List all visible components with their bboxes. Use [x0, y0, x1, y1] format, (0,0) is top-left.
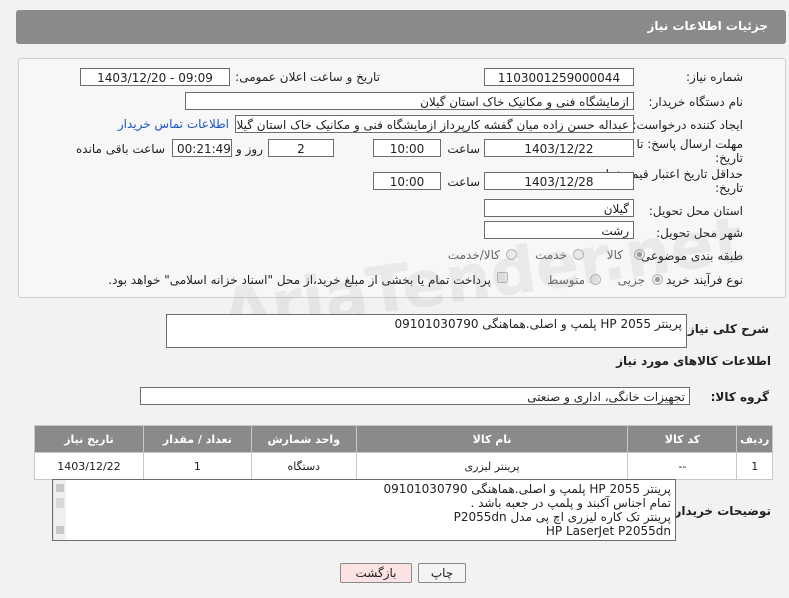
- category-option-goods-service: کالا/خدمت: [447, 248, 500, 262]
- reply-deadline-label-2: تاریخ:: [715, 151, 743, 165]
- category-label: طبقه بندی موضوعی:: [636, 249, 743, 263]
- reply-time-field[interactable]: 10:00: [373, 139, 441, 157]
- buyer-notes-line: تمام اجناس آکبند و پلمپ در جعبه باشد .: [470, 496, 671, 510]
- col-qty: تعداد / مقدار: [142, 425, 252, 453]
- cell-name: پرینتر لیزری: [355, 452, 629, 480]
- price-validity-time-field[interactable]: 10:00: [373, 172, 441, 190]
- category-option-goods: کالا: [606, 248, 623, 262]
- buyer-org-field[interactable]: ازمایشگاه فنی و مکانیک خاک استان گیلان: [185, 92, 634, 110]
- buyer-org-label: نام دستگاه خریدار:: [648, 95, 744, 109]
- price-validity-date-field[interactable]: 1403/12/28: [484, 172, 634, 190]
- process-option-medium: متوسط: [547, 273, 585, 287]
- items-section-title: اطلاعات کالاهای مورد نیاز: [616, 354, 771, 368]
- buyer-notes-line: پرینتر تک کاره لیزری اچ پی مدل P2055dn: [453, 510, 671, 524]
- buyer-notes-line: پرینتر HP 2055 پلمپ و اصلی.هماهنگی 09101…: [383, 482, 672, 496]
- page-header: جزئیات اطلاعات نیاز: [16, 10, 786, 44]
- category-radio-service[interactable]: [573, 249, 584, 260]
- cell-qty: 1: [142, 452, 252, 480]
- announce-datetime-field[interactable]: 1403/12/20 - 09:09: [80, 68, 230, 86]
- treasury-payment-checkbox[interactable]: [497, 272, 508, 283]
- table-row[interactable]: 1 -- پرینتر لیزری دستگاه 1 1403/12/22: [34, 452, 773, 480]
- announce-datetime-label: تاریخ و ساعت اعلان عمومی:: [235, 70, 380, 84]
- need-number-field[interactable]: 1103001259000044: [484, 68, 634, 86]
- description-label: شرح کلی نیاز:: [683, 322, 769, 336]
- print-button[interactable]: چاپ: [418, 563, 466, 583]
- cell-date: 1403/12/22: [34, 452, 144, 480]
- cell-row: 1: [736, 452, 773, 480]
- requester-label: ایجاد کننده درخواست:: [632, 118, 743, 132]
- category-radio-goods[interactable]: [634, 249, 645, 260]
- back-button[interactable]: بازگشت: [340, 563, 412, 583]
- reply-deadline-label: مهلت ارسال پاسخ: تا: [636, 137, 743, 151]
- description-textarea[interactable]: پرینتر HP 2055 پلمپ و اصلی.هماهنگی 09101…: [166, 314, 687, 348]
- process-radio-minor[interactable]: [652, 274, 663, 285]
- buyer-notes-textarea[interactable]: پرینتر HP 2055 پلمپ و اصلی.هماهنگی 09101…: [52, 479, 676, 541]
- price-validity-time-label: ساعت: [447, 175, 480, 189]
- col-name: نام کالا: [355, 425, 629, 453]
- treasury-payment-note: پرداخت تمام یا بخشی از مبلغ خرید،از محل …: [108, 273, 491, 287]
- category-option-service: خدمت: [535, 248, 567, 262]
- requester-field[interactable]: عبداله حسن زاده میان گفشه کارپرداز ازمای…: [235, 115, 634, 133]
- buyer-notes-scrollbar[interactable]: [53, 480, 66, 540]
- cell-code: --: [627, 452, 738, 480]
- reply-date-field[interactable]: 1403/12/22: [484, 139, 634, 157]
- remaining-days-field[interactable]: 2: [268, 139, 334, 157]
- reply-time-label: ساعت: [447, 142, 480, 156]
- col-code: کد کالا: [627, 425, 738, 453]
- cell-unit: دستگاه: [250, 452, 357, 480]
- buyer-contact-link[interactable]: اطلاعات تماس خریدار: [118, 117, 229, 131]
- remaining-time-label: ساعت باقی مانده: [75, 142, 165, 156]
- need-number-label: شماره نیاز:: [686, 70, 743, 84]
- delivery-city-label: شهر محل تحویل:: [656, 226, 743, 240]
- items-table-header: ردیف کد کالا نام کالا واحد شمارش تعداد /…: [34, 425, 773, 453]
- price-validity-label-2: تاریخ:: [715, 181, 743, 195]
- category-radio-goods-service[interactable]: [506, 249, 517, 260]
- col-row: ردیف: [736, 425, 773, 453]
- buyer-notes-line: HP LaserJet P2055dn: [545, 524, 671, 538]
- col-unit: واحد شمارش: [250, 425, 357, 453]
- goods-group-label: گروه کالا:: [710, 390, 769, 404]
- delivery-city-field[interactable]: رشت: [484, 221, 634, 239]
- process-option-minor: جزیی: [617, 273, 645, 287]
- days-label: روز و: [236, 142, 263, 156]
- goods-group-field[interactable]: تجهیزات خانگی، اداری و صنعتی: [140, 387, 690, 405]
- process-type-label: نوع فرآیند خرید :: [658, 273, 743, 287]
- delivery-province-field[interactable]: گیلان: [484, 199, 634, 217]
- process-radio-medium[interactable]: [590, 274, 601, 285]
- buyer-notes-label: توضیحات خریدار:: [669, 504, 771, 518]
- col-date: تاریخ نیاز: [34, 425, 144, 453]
- remaining-time-field[interactable]: 00:21:49: [172, 139, 232, 157]
- page-title: جزئیات اطلاعات نیاز: [647, 19, 768, 33]
- delivery-province-label: استان محل تحویل:: [648, 204, 743, 218]
- items-table: ردیف کد کالا نام کالا واحد شمارش تعداد /…: [34, 425, 773, 480]
